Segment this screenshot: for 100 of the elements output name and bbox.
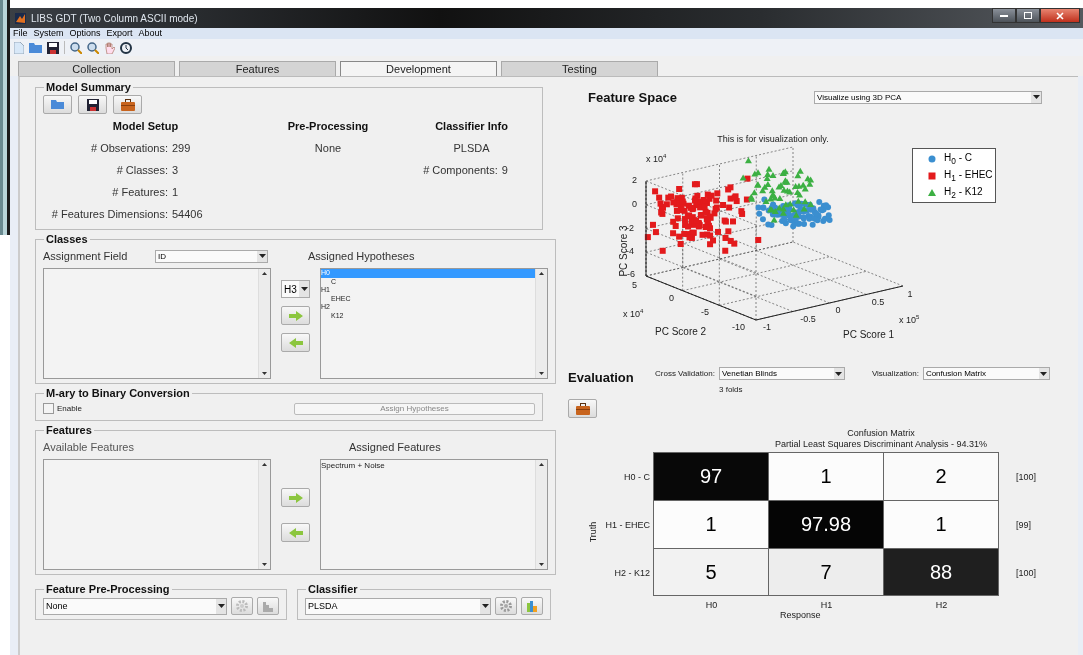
add-button[interactable]	[281, 488, 310, 507]
app-icon	[15, 12, 26, 24]
scroll-down-icon[interactable]	[262, 563, 267, 566]
axis-label: PC Score 1	[843, 329, 895, 340]
add-button[interactable]	[281, 306, 310, 325]
axis-multiplier: x 10$^{5}$	[899, 314, 920, 325]
panel-title: M-ary to Binary Conversion	[45, 387, 191, 399]
field-label: # Classes:	[115, 164, 169, 178]
save-button[interactable]	[78, 95, 107, 114]
tick-label: -4	[626, 246, 634, 256]
preprocessing-dropdown[interactable]: None	[43, 597, 227, 615]
row-total: [99]	[1015, 520, 1032, 530]
hypothesis-dropdown[interactable]: H3	[281, 280, 310, 298]
folder-icon	[51, 100, 64, 109]
scroll-down-icon[interactable]	[539, 563, 544, 566]
open-button[interactable]	[43, 95, 72, 114]
assignment-dropdown[interactable]: ID	[155, 249, 268, 263]
column-label: H2	[934, 600, 949, 610]
field-value: 54406	[172, 208, 203, 222]
close-button[interactable]	[1040, 8, 1080, 23]
matrix-cell: 5	[653, 548, 769, 596]
tick-label: -10	[732, 322, 745, 332]
column-label: H0	[704, 600, 719, 610]
minimize-button[interactable]	[992, 8, 1016, 23]
tick-label: 0	[632, 199, 637, 209]
zoom-out-icon[interactable]	[87, 41, 99, 54]
tick-label: -5	[701, 307, 709, 317]
settings-button[interactable]	[231, 597, 253, 615]
column-heading: Classifier Info	[434, 120, 509, 134]
tick-label: -2	[626, 223, 634, 233]
scrollbar[interactable]	[535, 460, 547, 569]
matrix-subtitle: Partial Least Squares Discriminant Analysis - 94.31%	[773, 439, 989, 450]
zoom-in-icon[interactable]	[70, 41, 82, 54]
matrix-cell: 1	[653, 500, 769, 549]
legend-label: H$_{2}$ - K12	[944, 185, 983, 200]
checkbox[interactable]	[43, 403, 54, 414]
maximize-icon	[1024, 12, 1032, 19]
list-label: Assigned Hypotheses	[308, 250, 416, 262]
tab[interactable]: Development	[340, 61, 497, 76]
field-label: Assignment Field	[43, 250, 129, 262]
tick-label: -1	[763, 322, 771, 332]
save-icon[interactable]	[47, 41, 59, 54]
matrix-cell: 88	[883, 548, 999, 596]
visualization-type-dropdown[interactable]: Confusion Matrix	[922, 367, 1050, 380]
folder-icon[interactable]	[29, 42, 42, 53]
menu-item[interactable]: Options	[69, 28, 101, 39]
chart-button[interactable]	[257, 597, 279, 615]
row-total: [100]	[1015, 472, 1038, 482]
field-value: 9	[501, 164, 508, 178]
axis-label: PC Score 2	[655, 326, 707, 337]
scrollbar[interactable]	[258, 269, 270, 378]
chart-button[interactable]	[521, 597, 543, 615]
scroll-up-icon[interactable]	[539, 463, 544, 466]
field-value: None	[313, 142, 343, 156]
list-item[interactable]: Spectrum + Noise	[321, 460, 535, 471]
scroll-down-icon[interactable]	[539, 372, 544, 375]
tab[interactable]: Collection	[18, 61, 175, 76]
maximize-button[interactable]	[1016, 8, 1040, 23]
cross-validation-dropdown[interactable]: Venetian Blinds	[718, 367, 845, 380]
matrix-cell: 2	[883, 452, 999, 501]
axis-multiplier: x 10$^{4}$	[623, 308, 644, 319]
menu-item[interactable]: About	[138, 28, 163, 39]
dropdown-arrow-icon	[833, 368, 844, 379]
field-value: 299	[172, 142, 191, 156]
panel-title: Features	[45, 424, 93, 436]
export-button[interactable]	[113, 95, 142, 114]
axis-multiplier: x 10$^{4}$	[646, 153, 667, 164]
classifier-dropdown[interactable]: PLSDA	[305, 597, 491, 615]
remove-button[interactable]	[281, 333, 310, 352]
matrix-cell: 97	[653, 452, 769, 501]
menu-item[interactable]: Export	[106, 28, 133, 39]
new-file-icon[interactable]	[14, 41, 24, 54]
hand-icon[interactable]	[104, 41, 115, 54]
column-label: H1	[819, 600, 834, 610]
scroll-up-icon[interactable]	[262, 272, 267, 275]
tick-label: 0.5	[871, 297, 885, 307]
scroll-down-icon[interactable]	[262, 372, 267, 375]
matrix-cell: 1	[768, 452, 884, 501]
panel-title: Classes	[45, 233, 89, 245]
tab[interactable]: Testing	[501, 61, 658, 76]
settings-icon	[236, 600, 248, 612]
settings-icon	[500, 600, 512, 612]
visualization-dropdown[interactable]: Visualize using 3D PCA	[814, 90, 1042, 104]
settings-button[interactable]	[495, 597, 517, 615]
scroll-up-icon[interactable]	[262, 463, 267, 466]
menu-item[interactable]: File	[13, 28, 28, 39]
minimize-icon	[1000, 14, 1008, 17]
scrollbar[interactable]	[535, 269, 547, 378]
menu-item[interactable]: System	[33, 28, 64, 39]
export-button[interactable]	[568, 399, 597, 418]
remove-button[interactable]	[281, 523, 310, 542]
briefcase-icon	[120, 98, 135, 111]
tab[interactable]: Features	[179, 61, 336, 76]
scrollbar[interactable]	[258, 460, 270, 569]
field-value: PLSDA	[452, 142, 491, 156]
right-arrow-icon	[288, 310, 303, 321]
tick-label: 5	[632, 280, 637, 290]
matrix-cell: 97.98	[768, 500, 884, 549]
bar-chart-icon	[262, 600, 274, 612]
scroll-up-icon[interactable]	[539, 272, 544, 275]
